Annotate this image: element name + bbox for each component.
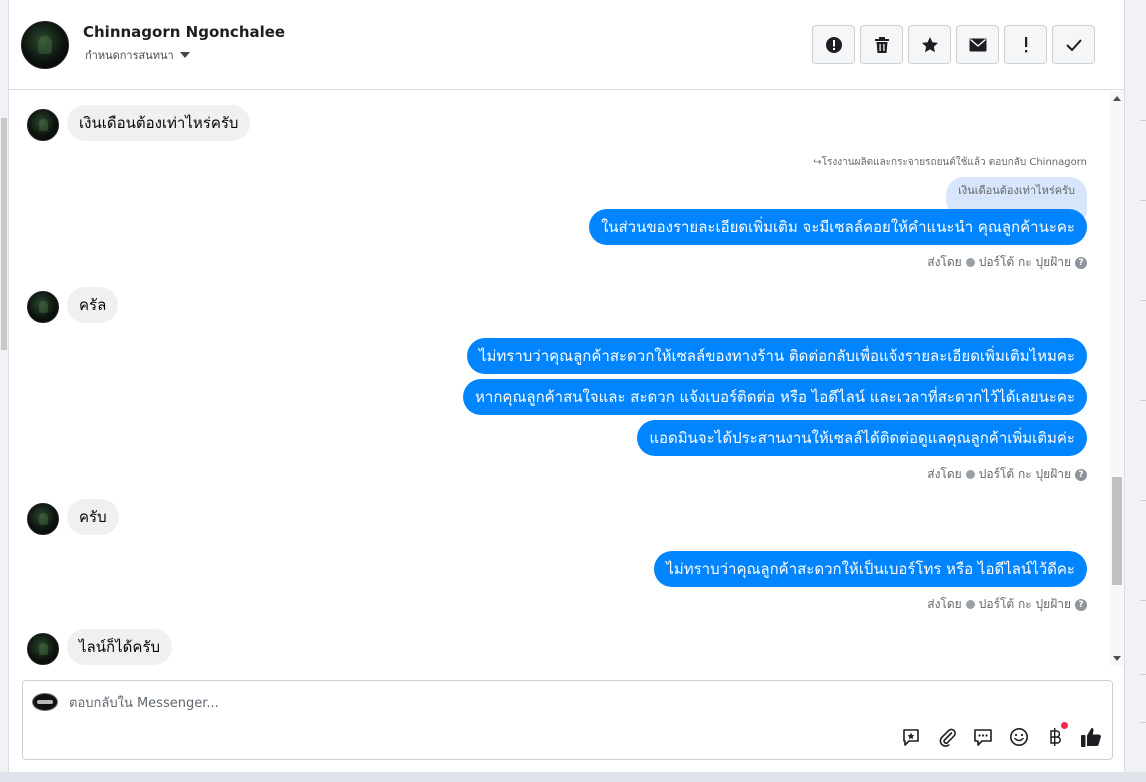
incoming-message[interactable]: ครัล (67, 287, 119, 323)
checkmark-icon (1065, 38, 1082, 51)
panel-bottom-edge (0, 772, 1146, 782)
sent-by-info: ส่งโดย ปอร์โต้ กะ ปุยฝ้าย ? (927, 253, 1087, 272)
payment-button[interactable] (1044, 722, 1068, 748)
saved-reply-button[interactable] (900, 726, 922, 748)
page-badge-icon (965, 600, 975, 609)
notification-dot (1061, 722, 1068, 729)
conversation-panel: Chinnagorn Ngonchalee กำหนดการสนทนา เงิน… (9, 0, 1124, 772)
contact-avatar-small[interactable] (27, 633, 59, 665)
scroll-up-arrow-icon[interactable] (1113, 96, 1121, 101)
outgoing-message[interactable]: ไม่ทราบว่าคุณลูกค้าสะดวกให้เป็นเบอร์โทร … (654, 551, 1087, 587)
emoji-icon (1010, 728, 1028, 746)
attachment-icon (939, 728, 956, 747)
sent-by-label: ส่งโดย (927, 255, 962, 269)
page-badge-icon (965, 258, 975, 267)
sent-by-label: ส่งโดย (927, 467, 962, 481)
star-icon (921, 36, 938, 52)
help-icon[interactable]: ? (1075, 468, 1087, 481)
sent-by-label: ส่งโดย (927, 597, 962, 611)
outgoing-message[interactable]: แอดมินจะได้ประสานงานให้เซลล์ได้ติดต่อดูแ… (637, 420, 1087, 456)
mark-unread-button[interactable] (956, 25, 999, 64)
reply-context-label: ↪โรงงานผลิตและกระจายรถยนต์ใช้แล้ว ตอบกลั… (813, 157, 1087, 168)
attach-file-button[interactable] (936, 726, 958, 748)
emoji-button[interactable] (1008, 726, 1030, 748)
caret-down-icon (179, 52, 190, 58)
mark-done-button[interactable] (1052, 25, 1095, 64)
trash-icon (874, 36, 889, 53)
mark-spam-button[interactable] (812, 25, 855, 64)
reply-arrow-icon: ↪ (813, 157, 822, 168)
message-thread[interactable]: เงินเดือนต้องเท่าไหร่ครับ ↪โรงงานผลิตและ… (9, 91, 1110, 666)
contact-name[interactable]: Chinnagorn Ngonchalee (83, 23, 285, 41)
saved-reply-icon (903, 729, 919, 746)
envelope-icon (969, 38, 986, 51)
sender-name[interactable]: ปอร์โต้ กะ ปุยฝ้าย (979, 253, 1071, 272)
delete-button[interactable] (860, 25, 903, 64)
star-button[interactable] (908, 25, 951, 64)
composer-actions (900, 722, 1102, 748)
outgoing-message[interactable]: ไม่ทราบว่าคุณลูกค้าสะดวกให้เซลล์ของทางร้… (466, 338, 1087, 374)
help-icon[interactable]: ? (1075, 256, 1087, 269)
reply-input[interactable] (69, 694, 769, 712)
outgoing-message[interactable]: ในส่วนของรายละเอียดเพิ่มเติม จะมีเซลล์คอ… (588, 209, 1087, 245)
sent-by-info: ส่งโดย ปอร์โต้ กะ ปุยฝ้าย ? (927, 465, 1087, 484)
thread-scrollbar[interactable] (1110, 91, 1124, 666)
scroll-down-arrow-icon[interactable] (1113, 656, 1121, 661)
left-side-scrollbar[interactable] (0, 0, 9, 782)
baht-payment-icon (1050, 728, 1061, 746)
left-scroll-thumb[interactable] (1, 118, 7, 350)
contact-avatar-small[interactable] (27, 503, 59, 535)
conversation-settings-dropdown[interactable]: กำหนดการสนทนา (85, 46, 190, 64)
thread-scroll-thumb[interactable] (1112, 477, 1122, 585)
conversation-settings-label: กำหนดการสนทนา (85, 49, 174, 62)
right-side-panel-edge (1124, 0, 1146, 782)
incoming-message[interactable]: เงินเดือนต้องเท่าไหร่ครับ (67, 105, 251, 141)
alert-circle-icon (825, 36, 842, 53)
exclamation-icon (1024, 36, 1027, 52)
chat-bubble-icon (974, 729, 992, 746)
conversation-toolbar (812, 25, 1095, 64)
quick-reply-button[interactable] (972, 726, 994, 748)
help-icon[interactable]: ? (1075, 598, 1087, 611)
contact-avatar-small[interactable] (27, 109, 59, 141)
like-icon (1081, 728, 1101, 747)
follow-up-button[interactable] (1004, 25, 1047, 64)
incoming-message[interactable]: ไลน์ก็ได้ครับ (67, 629, 172, 665)
reply-composer (22, 680, 1113, 760)
sender-name[interactable]: ปอร์โต้ กะ ปุยฝ้าย (979, 595, 1071, 614)
contact-avatar-small[interactable] (27, 291, 59, 323)
page-avatar (32, 693, 58, 711)
incoming-message[interactable]: ครับ (67, 499, 119, 535)
outgoing-message[interactable]: หากคุณลูกค้าสนใจและ สะดวก แจ้งเบอร์ติดต่… (463, 379, 1087, 415)
conversation-header: Chinnagorn Ngonchalee กำหนดการสนทนา (9, 0, 1124, 90)
sender-name[interactable]: ปอร์โต้ กะ ปุยฝ้าย (979, 465, 1071, 484)
send-like-button[interactable] (1080, 726, 1102, 748)
sent-by-info: ส่งโดย ปอร์โต้ กะ ปุยฝ้าย ? (927, 595, 1087, 614)
contact-avatar[interactable] (21, 21, 69, 69)
page-badge-icon (965, 470, 975, 479)
